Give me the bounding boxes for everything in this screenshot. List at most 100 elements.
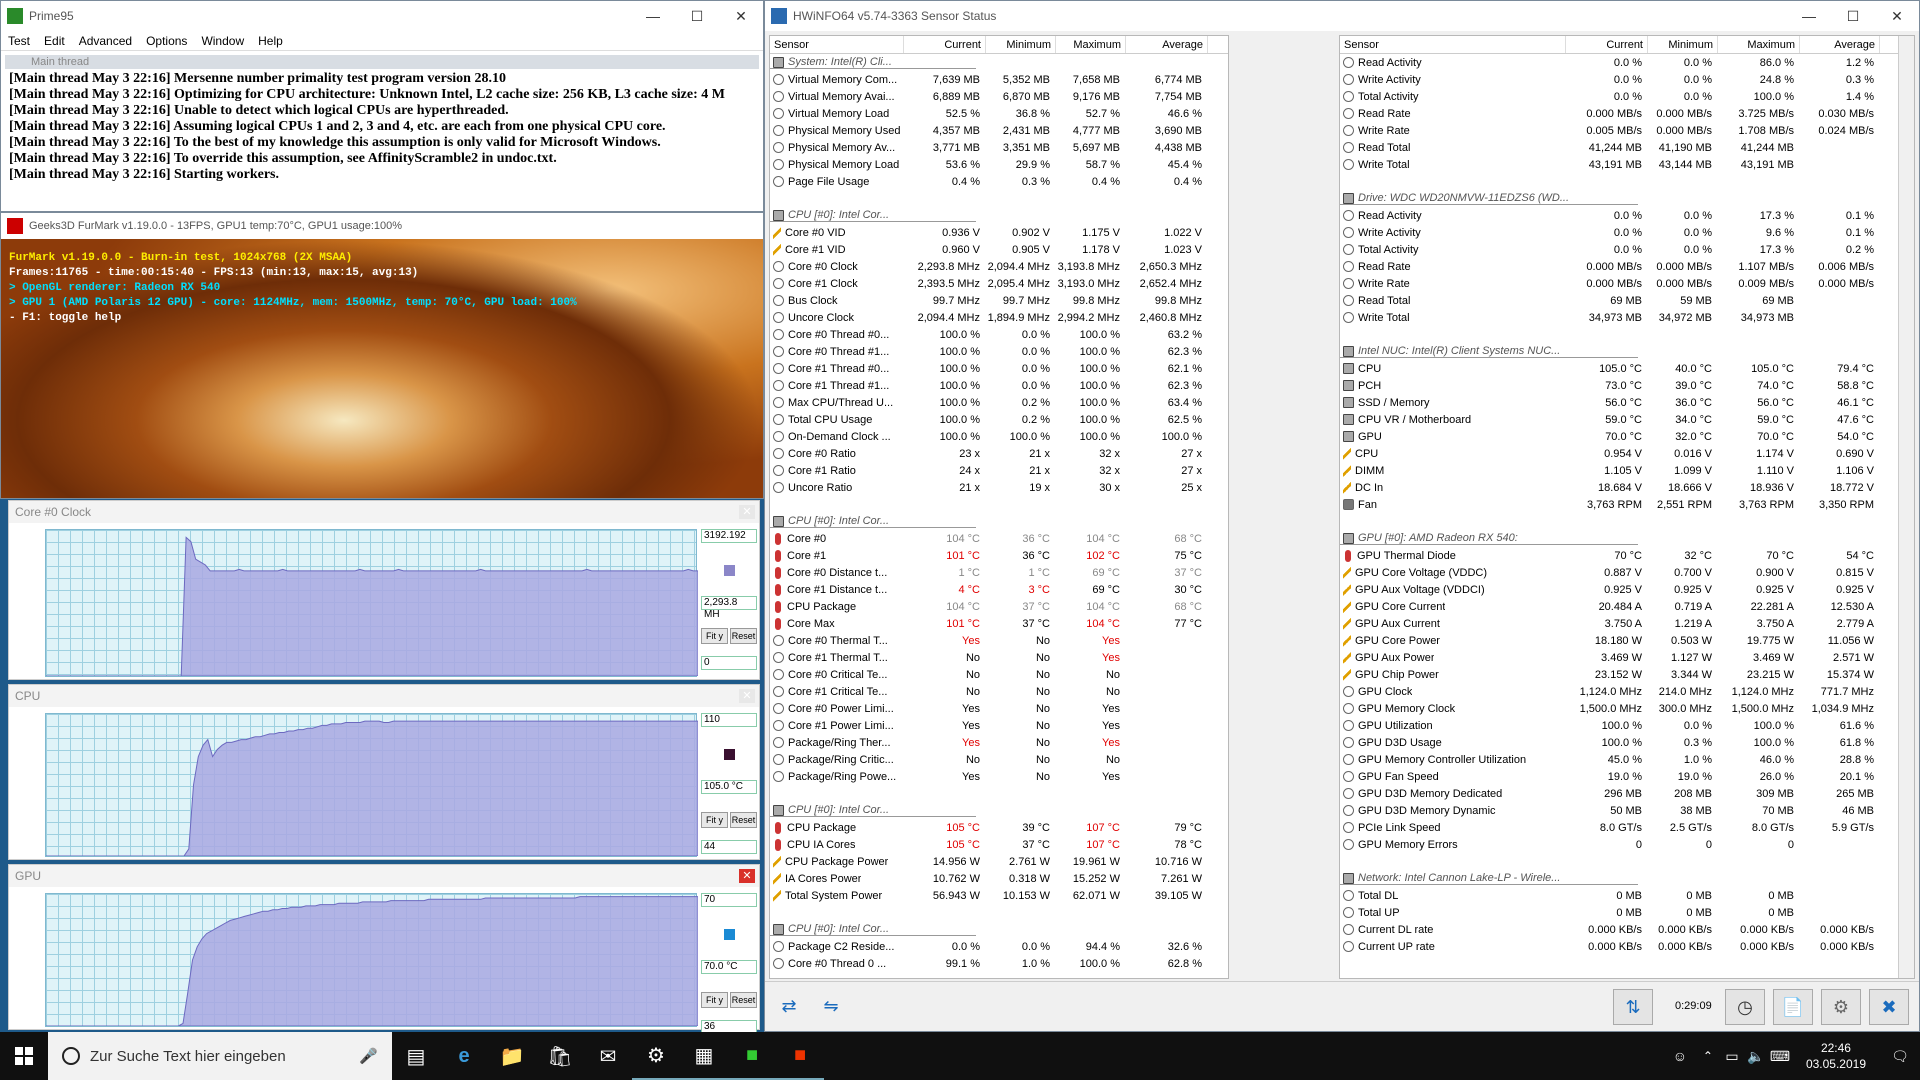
sensor-row[interactable]: GPU Aux Current 3.750 A 1.219 A 3.750 A 2.77… (1340, 615, 1914, 632)
edge-icon[interactable]: e (440, 1032, 488, 1080)
sensor-row[interactable]: Physical Memory Load 53.6 % 29.9 % 58.7 % 45… (770, 156, 1228, 173)
notifications-icon[interactable]: 🗨 (1880, 1032, 1920, 1080)
sensor-row[interactable]: Read Activity 0.0 % 0.0 % 86.0 % 1.2 % (1340, 54, 1914, 71)
report-icon[interactable]: 📄 (1773, 989, 1813, 1025)
mail-icon[interactable]: ✉ (584, 1032, 632, 1080)
vertical-scrollbar[interactable] (1898, 36, 1914, 978)
column-header-maximum[interactable]: Maximum (1718, 36, 1800, 53)
fit-y-button[interactable]: Fit y (701, 992, 728, 1008)
sensor-row[interactable]: Write Total 43,191 MB 43,144 MB 43,191 MB (1340, 156, 1914, 173)
graph-title[interactable]: CPU ✕ (9, 685, 759, 707)
sensor-group-header[interactable]: GPU [#0]: AMD Radeon RX 540: (1340, 530, 1914, 547)
close-icon[interactable]: ✕ (739, 689, 755, 703)
file-explorer-icon[interactable]: 📁 (488, 1032, 536, 1080)
sensor-row[interactable]: Current DL rate 0.000 KB/s 0.000 KB/s 0.000… (1340, 921, 1914, 938)
sensor-row[interactable]: Total CPU Usage 100.0 % 0.2 % 100.0 % 62.5 % (770, 411, 1228, 428)
sensor-row[interactable]: DC In 18.684 V 18.666 V 18.936 V 18.772 V (1340, 479, 1914, 496)
sensor-row[interactable]: GPU D3D Usage 100.0 % 0.3 % 100.0 % 61.8 % (1340, 734, 1914, 751)
sensor-row[interactable]: Write Activity 0.0 % 0.0 % 9.6 % 0.1 % (1340, 224, 1914, 241)
sensor-row[interactable]: Core #0 Thread #0... 100.0 % 0.0 % 100.0 % 6… (770, 326, 1228, 343)
sensor-row[interactable]: Total UP 0 MB 0 MB 0 MB (1340, 904, 1914, 921)
sensor-row[interactable]: GPU D3D Memory Dedicated 296 MB 208 MB 309 … (1340, 785, 1914, 802)
column-header-average[interactable]: Average (1126, 36, 1208, 53)
series-color-swatch[interactable] (723, 749, 735, 760)
volume-icon[interactable]: 🔈 (1744, 1032, 1768, 1080)
furmark-titlebar[interactable]: Geeks3D FurMark v1.19.0.0 - 13FPS, GPU1 … (1, 213, 763, 239)
task-view-icon[interactable]: ▤ (392, 1032, 440, 1080)
sensor-row[interactable]: CPU VR / Motherboard 59.0 °C 34.0 °C 59.0 °… (1340, 411, 1914, 428)
graph-title[interactable]: Core #0 Clock ✕ (9, 501, 759, 523)
sensor-row[interactable]: Core #0 Critical Te... No No No (770, 666, 1228, 683)
sensor-row[interactable]: Fan 3,763 RPM 2,551 RPM 3,763 RPM 3,350 RPM (1340, 496, 1914, 513)
sensor-row[interactable]: Write Total 34,973 MB 34,972 MB 34,973 MB (1340, 309, 1914, 326)
column-header-current[interactable]: Current (904, 36, 986, 53)
sensor-row[interactable]: Package/Ring Critic... No No No (770, 751, 1228, 768)
menu-test[interactable]: Test (1, 34, 37, 48)
graph-min-value[interactable]: 44 (701, 840, 757, 854)
sensor-row[interactable]: Package C2 Reside... 0.0 % 0.0 % 94.4 % 32.6… (770, 938, 1228, 955)
sensor-group-header[interactable]: System: Intel(R) Cli... (770, 54, 1228, 71)
column-header-sensor[interactable]: Sensor (770, 36, 904, 53)
sensor-row[interactable]: IA Cores Power 10.762 W 0.318 W 15.252 W 7.2… (770, 870, 1228, 887)
sensor-row[interactable]: GPU Memory Errors 0 0 0 (1340, 836, 1914, 853)
sensor-row[interactable]: Core #0 104 °C 36 °C 104 °C 68 °C (770, 530, 1228, 547)
sensor-row[interactable]: Read Activity 0.0 % 0.0 % 17.3 % 0.1 % (1340, 207, 1914, 224)
sensor-row[interactable]: Virtual Memory Com... 7,639 MB 5,352 MB 7,6… (770, 71, 1228, 88)
sensor-row[interactable]: Core #0 Power Limi... Yes No Yes (770, 700, 1228, 717)
sensor-row[interactable]: Core #1 Distance t... 4 °C 3 °C 69 °C 30 °C (770, 581, 1228, 598)
sensor-row[interactable]: Core #0 Clock 2,293.8 MHz 2,094.4 MHz 3,193… (770, 258, 1228, 275)
close-button[interactable]: ✕ (719, 8, 763, 25)
sensor-row[interactable]: CPU 0.954 V 0.016 V 1.174 V 0.690 V (1340, 445, 1914, 462)
store-icon[interactable]: 🛍 (536, 1032, 584, 1080)
column-header-maximum[interactable]: Maximum (1056, 36, 1126, 53)
series-color-swatch[interactable] (723, 929, 735, 940)
graph-max-value[interactable]: 110 (701, 713, 757, 727)
hwinfo-titlebar[interactable]: HWiNFO64 v5.74-3363 Sensor Status — ☐ ✕ (765, 1, 1919, 31)
hwinfo-taskbar-icon[interactable]: ▦ (680, 1032, 728, 1080)
sensor-row[interactable]: Core #1 Thread #1... 100.0 % 0.0 % 100.0 % 6… (770, 377, 1228, 394)
sensor-row[interactable]: Total System Power 56.943 W 10.153 W 62.071… (770, 887, 1228, 904)
steam-icon[interactable]: ⚙ (632, 1032, 680, 1080)
close-button[interactable]: ✕ (1875, 8, 1919, 25)
sensor-row[interactable]: Write Rate 0.000 MB/s 0.000 MB/s 0.009 MB/s… (1340, 275, 1914, 292)
sensor-row[interactable]: Core #1 Thermal T... No No Yes (770, 649, 1228, 666)
column-header-minimum[interactable]: Minimum (986, 36, 1056, 53)
sensor-row[interactable]: Core #1 Power Limi... Yes No Yes (770, 717, 1228, 734)
sensor-row[interactable]: Current UP rate 0.000 KB/s 0.000 KB/s 0.000… (1340, 938, 1914, 955)
sensor-row[interactable]: Core #1 Clock 2,393.5 MHz 2,095.4 MHz 3,193… (770, 275, 1228, 292)
sensor-row[interactable]: Package/Ring Powe... Yes No Yes (770, 768, 1228, 785)
sensor-row[interactable]: Core #1 101 °C 36 °C 102 °C 75 °C (770, 547, 1228, 564)
sensor-row[interactable]: GPU Utilization 100.0 % 0.0 % 100.0 % 61.6 % (1340, 717, 1914, 734)
fit-y-button[interactable]: Fit y (701, 812, 728, 828)
menu-advanced[interactable]: Advanced (72, 34, 139, 48)
column-header-average[interactable]: Average (1800, 36, 1880, 53)
sensor-row[interactable]: GPU Core Voltage (VDDC) 0.887 V 0.700 V 0.9… (1340, 564, 1914, 581)
sensor-row[interactable]: Core #0 VID 0.936 V 0.902 V 1.175 V 1.022 V (770, 224, 1228, 241)
minimize-button[interactable]: — (1787, 8, 1831, 24)
sensor-row[interactable]: GPU Memory Controller Utilization 45.0 % 1… (1340, 751, 1914, 768)
menu-help[interactable]: Help (251, 34, 290, 48)
sensor-row[interactable]: GPU D3D Memory Dynamic 50 MB 38 MB 70 MB 46 … (1340, 802, 1914, 819)
sensor-row[interactable]: CPU Package Power 14.956 W 2.761 W 19.961 W… (770, 853, 1228, 870)
close-icon[interactable]: ✕ (739, 505, 755, 519)
clock-icon[interactable]: ◷ (1725, 989, 1765, 1025)
close-icon[interactable]: ✖ (1869, 989, 1909, 1025)
sensor-row[interactable]: GPU Chip Power 23.152 W 3.344 W 23.215 W 15.… (1340, 666, 1914, 683)
sensor-row[interactable]: CPU IA Cores 105 °C 37 °C 107 °C 78 °C (770, 836, 1228, 853)
sensor-row[interactable]: Uncore Clock 2,094.4 MHz 1,894.9 MHz 2,994.… (770, 309, 1228, 326)
close-icon[interactable]: ✕ (739, 869, 755, 883)
sensor-row[interactable]: GPU Aux Voltage (VDDCI) 0.925 V 0.925 V 0.9… (1340, 581, 1914, 598)
sensor-row[interactable]: Core Max 101 °C 37 °C 104 °C 77 °C (770, 615, 1228, 632)
sensor-row[interactable]: Core #1 Thread #0... 100.0 % 0.0 % 100.0 % 6… (770, 360, 1228, 377)
sensor-row[interactable]: Write Rate 0.005 MB/s 0.000 MB/s 1.708 MB/s… (1340, 122, 1914, 139)
sensor-row[interactable]: PCH 73.0 °C 39.0 °C 74.0 °C 58.8 °C (1340, 377, 1914, 394)
menu-edit[interactable]: Edit (37, 34, 72, 48)
sensor-row[interactable]: Core #1 Critical Te... No No No (770, 683, 1228, 700)
sensor-row[interactable]: Core #0 Distance t... 1 °C 1 °C 69 °C 37 °C (770, 564, 1228, 581)
main-thread-titlebar[interactable]: Main thread (5, 55, 759, 69)
sensor-row[interactable]: CPU Package 105 °C 39 °C 107 °C 79 °C (770, 819, 1228, 836)
sensor-row[interactable]: PCIe Link Speed 8.0 GT/s 2.5 GT/s 8.0 GT/s 5… (1340, 819, 1914, 836)
column-header-current[interactable]: Current (1566, 36, 1648, 53)
sensor-row[interactable]: GPU Aux Power 3.469 W 1.127 W 3.469 W 2.571 … (1340, 649, 1914, 666)
sensor-row[interactable]: Virtual Memory Avai... 6,889 MB 6,870 MB 9,… (770, 88, 1228, 105)
